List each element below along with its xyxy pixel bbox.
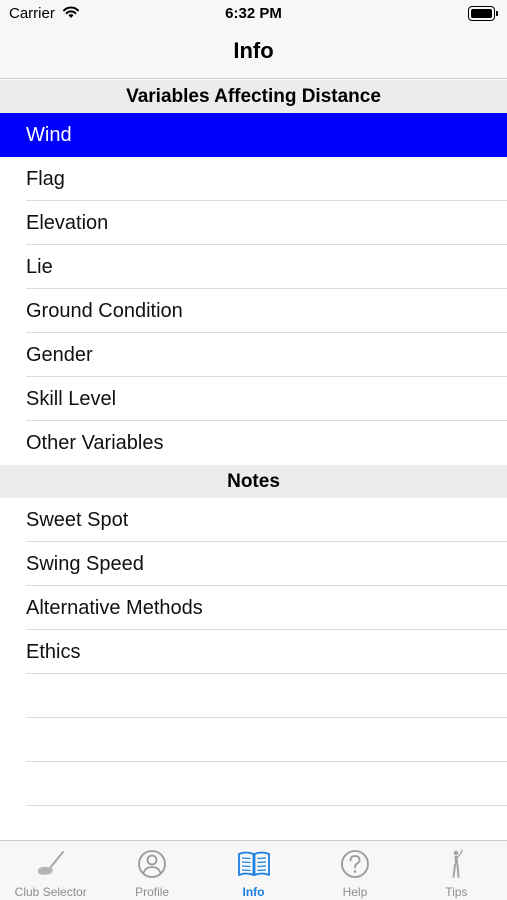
section-header-notes: Notes [0, 465, 507, 498]
page-title: Info [233, 38, 274, 63]
tab-bar: Club Selector Profile Info Help Tips [0, 840, 507, 900]
question-circle-icon [341, 850, 369, 878]
tab-profile[interactable]: Profile [101, 841, 202, 900]
empty-row [0, 718, 507, 762]
tab-tips[interactable]: Tips [406, 841, 507, 900]
list-item-lie[interactable]: Lie [0, 245, 507, 289]
list-item-sweet-spot[interactable]: Sweet Spot [0, 498, 507, 542]
tab-label: Tips [445, 885, 468, 899]
tab-info[interactable]: Info [203, 841, 304, 900]
list-item-alternative-methods[interactable]: Alternative Methods [0, 586, 507, 630]
empty-row [0, 806, 507, 840]
info-table[interactable]: Variables Affecting Distance Wind Flag E… [0, 80, 507, 840]
list-item-swing-speed[interactable]: Swing Speed [0, 542, 507, 586]
tab-label: Info [242, 885, 265, 899]
list-item-elevation[interactable]: Elevation [0, 201, 507, 245]
navigation-bar: Info [0, 28, 507, 79]
golfer-icon [452, 849, 463, 878]
list-item-wind[interactable]: Wind [0, 113, 507, 157]
list-item-gender[interactable]: Gender [0, 333, 507, 377]
golf-club-icon [37, 851, 64, 875]
list-item-flag[interactable]: Flag [0, 157, 507, 201]
tab-label: Help [342, 885, 368, 899]
battery-icon [468, 6, 498, 21]
person-circle-icon [138, 850, 167, 878]
empty-row [0, 762, 507, 806]
list-item-skill-level[interactable]: Skill Level [0, 377, 507, 421]
status-bar: Carrier 6:32 PM [0, 0, 507, 28]
list-item-ethics[interactable]: Ethics [0, 630, 507, 674]
list-item-other-variables[interactable]: Other Variables [0, 421, 507, 465]
empty-row [0, 674, 507, 718]
tab-label: Club Selector [14, 885, 87, 899]
section-header-variables: Variables Affecting Distance [0, 80, 507, 113]
tab-help[interactable]: Help [304, 841, 405, 900]
tab-label: Profile [135, 885, 170, 899]
clock-label: 6:32 PM [225, 5, 282, 22]
book-icon [237, 851, 270, 876]
list-item-ground-condition[interactable]: Ground Condition [0, 289, 507, 333]
tab-club-selector[interactable]: Club Selector [0, 841, 101, 900]
